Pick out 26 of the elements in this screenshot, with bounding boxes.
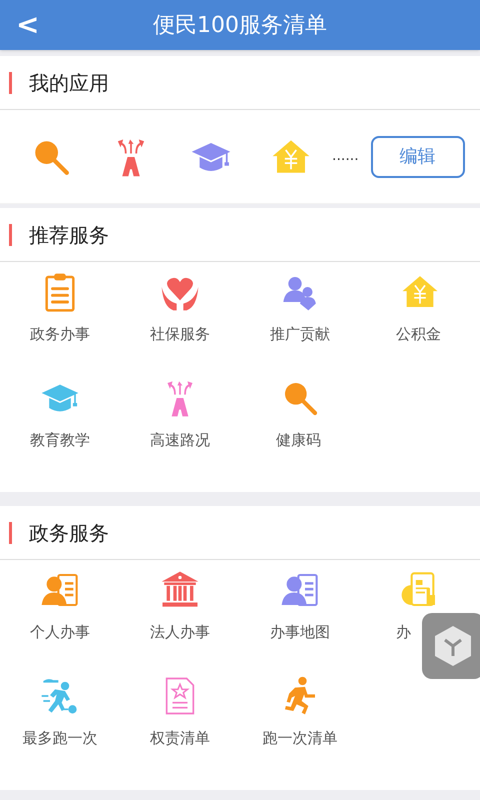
section-title: 推荐服务 [29,222,109,248]
service-label[interactable]: 健康码 [276,431,321,449]
service-label[interactable]: 高速路况 [150,431,210,449]
section-title: 政务服务 [29,520,109,546]
page-title: 便民100服务清单 [153,12,327,40]
more-dots: ...... [332,147,359,166]
service-label[interactable]: 办事地图 [270,623,330,641]
section-title: 我的应用 [29,70,109,96]
service-label[interactable]: 权责清单 [150,729,210,747]
service-label[interactable]: 社保服务 [150,325,210,343]
service-label[interactable]: 推广贡献 [270,325,330,343]
back-button[interactable]: < [16,11,40,39]
service-label[interactable]: 办 [396,623,411,641]
cube-icon [433,624,473,668]
floating-cube-menu[interactable] [422,613,480,679]
service-label[interactable]: 法人办事 [150,623,210,641]
service-label[interactable]: 教育教学 [30,431,90,449]
section-accent-bar [9,224,12,246]
service-label[interactable]: 个人办事 [30,623,90,641]
service-label[interactable]: 公积金 [396,325,441,343]
service-label[interactable]: 政务办事 [30,325,90,343]
service-label[interactable]: 跑一次清单 [262,729,338,747]
section-accent-bar [9,522,12,544]
service-label[interactable]: 最多跑一次 [22,729,98,747]
edit-button[interactable]: 编辑 [370,136,465,178]
section-accent-bar [9,72,12,94]
